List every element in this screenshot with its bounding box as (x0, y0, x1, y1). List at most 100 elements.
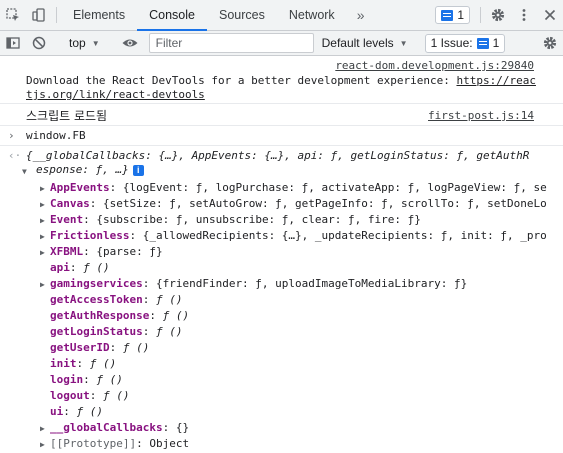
messages-badge[interactable]: 1 (435, 6, 470, 24)
object-property-row[interactable]: ui: ƒ () (40, 404, 103, 420)
colon-separator: : (89, 389, 103, 402)
colon-separator: : (142, 277, 156, 290)
property-key: __globalCallbacks (50, 421, 163, 434)
context-selector[interactable]: top ▼ (61, 36, 108, 50)
property-value: Object (149, 437, 190, 450)
source-link[interactable]: react-dom.development.js:29840 (335, 59, 534, 72)
property-value: {parse: ƒ} (96, 245, 163, 258)
message-text-continued: tjs.org/link/react-devtools (26, 88, 205, 101)
message-text: 스크립트 로드됨 (26, 109, 108, 123)
property-value: ƒ () (83, 261, 110, 274)
clear-console-icon[interactable] (26, 31, 52, 56)
tab-label: Network (288, 8, 335, 22)
colon-separator: : (89, 197, 103, 210)
filter-input[interactable]: Filter (148, 33, 314, 53)
tab-network[interactable]: Network (277, 0, 347, 30)
colon-separator: : (109, 341, 123, 354)
summary-text: esponse: ƒ, …} (36, 163, 129, 176)
colon-separator: : (76, 357, 90, 370)
object-property-row[interactable]: logout: ƒ () (40, 388, 130, 404)
object-property-row[interactable]: ▶ [[Prototype]]: Object (40, 436, 189, 452)
colon-separator: : (109, 181, 123, 194)
property-value: ƒ () (155, 293, 183, 306)
settings-gear-icon[interactable] (485, 0, 511, 30)
property-key: logout (50, 389, 90, 402)
colon-separator: : (162, 421, 176, 434)
object-property-row[interactable]: ▶ __globalCallbacks: {} (40, 420, 189, 436)
tab-label: Sources (218, 8, 265, 22)
expand-triangle-right-icon[interactable]: ▶ (40, 245, 50, 261)
property-value: {} (175, 421, 190, 434)
inspect-element-icon[interactable] (0, 0, 26, 30)
expand-triangle-down-icon[interactable]: ▼ (22, 164, 32, 180)
property-key: login (50, 373, 84, 386)
object-property-row[interactable]: ▶ gamingservices: {friendFinder: ƒ, uploa… (40, 276, 467, 292)
property-key: getAccessToken (50, 293, 143, 306)
console-settings-gear-icon[interactable] (537, 31, 563, 56)
object-property-row[interactable]: getLoginStatus: ƒ () (40, 324, 182, 340)
expand-triangle-right-icon[interactable]: ▶ (40, 229, 50, 245)
devtools-url-link[interactable]: https://reac (456, 74, 535, 87)
property-key: Event (50, 213, 84, 226)
object-property-row[interactable]: ▶ Frictionless: {_allowedRecipients: {…},… (40, 228, 547, 244)
tab-elements[interactable]: Elements (61, 0, 137, 30)
property-key: XFBML (50, 245, 84, 258)
filter-placeholder: Filter (155, 36, 183, 50)
colon-separator: : (149, 309, 163, 322)
log-levels-dropdown[interactable]: Default levels ▼ (322, 36, 408, 50)
property-key: getUserID (50, 341, 110, 354)
property-value: {logEvent: ƒ, logPurchase: ƒ, activateAp… (122, 181, 547, 194)
object-property-row[interactable]: ▶ XFBML: {parse: ƒ} (40, 244, 163, 260)
input-prompt-icon: › (8, 129, 15, 142)
tab-console[interactable]: Console (137, 0, 207, 31)
info-icon[interactable]: i (132, 165, 144, 176)
property-value: {subscribe: ƒ, unsubscribe: ƒ, clear: ƒ,… (96, 213, 421, 226)
colon-separator: : (69, 261, 84, 274)
message-icon (441, 9, 454, 21)
more-options-kebab-icon[interactable] (511, 0, 537, 30)
expand-triangle-right-icon[interactable]: ▶ (40, 197, 50, 213)
object-property-row[interactable]: getAccessToken: ƒ () (40, 292, 182, 308)
property-key: AppEvents (50, 181, 110, 194)
expand-triangle-right-icon[interactable]: ▶ (40, 421, 50, 437)
message-body: Download the React DevTools for a better… (26, 74, 457, 87)
device-toolbar-icon[interactable] (26, 0, 52, 30)
summary-text: {__globalCallbacks: {…}, AppEvents: {…},… (26, 149, 530, 162)
object-property-row[interactable]: ▶ AppEvents: {logEvent: ƒ, logPurchase: ƒ… (40, 180, 547, 196)
property-key: getAuthResponse (50, 309, 150, 322)
tab-sources[interactable]: Sources (207, 0, 277, 30)
devtools-url-link-continued[interactable]: tjs.org/link/react-devtools (26, 88, 205, 101)
expand-triangle-right-icon[interactable]: ▶ (40, 181, 50, 197)
expand-triangle-right-icon[interactable]: ▶ (40, 277, 50, 293)
property-value: {_allowedRecipients: {…}, _updateRecipie… (142, 229, 547, 242)
object-property-row[interactable]: ▶ Canvas: {setSize: ƒ, setAutoGrow: ƒ, ge… (40, 196, 547, 212)
divider (56, 7, 57, 23)
property-value: ƒ () (155, 325, 183, 338)
object-property-row[interactable]: getAuthResponse: ƒ () (40, 308, 189, 324)
property-value: ƒ () (89, 357, 117, 370)
property-value: ƒ () (122, 341, 150, 354)
console-toolbar: top ▼ Filter Default levels ▼ 1 Issue: 1 (0, 31, 563, 56)
expand-triangle-right-icon[interactable]: ▶ (40, 437, 50, 453)
colon-separator: : (142, 293, 156, 306)
result-return-icon: ‹· (8, 149, 22, 162)
toggle-sidebar-icon[interactable] (0, 31, 26, 56)
property-key: Frictionless (50, 229, 130, 242)
console-result-entry: ‹· {__globalCallbacks: {…}, AppEvents: {… (0, 146, 563, 453)
object-property-row[interactable]: ▶ Event: {subscribe: ƒ, unsubscribe: ƒ, c… (40, 212, 421, 228)
expand-triangle-right-icon[interactable]: ▶ (40, 213, 50, 229)
issues-button[interactable]: 1 Issue: 1 (424, 33, 506, 53)
object-summary-continued[interactable]: ▼ esponse: ƒ, …} i (22, 162, 144, 178)
source-link[interactable]: first-post.js:14 (428, 109, 534, 122)
more-tabs-button[interactable]: » (347, 0, 375, 30)
live-expression-eye-icon[interactable] (117, 31, 143, 56)
object-property-row[interactable]: init: ƒ () (40, 356, 116, 372)
object-property-row[interactable]: getUserID: ƒ () (40, 340, 149, 356)
close-icon[interactable] (537, 0, 563, 30)
messages-count: 1 (457, 8, 464, 22)
object-property-row[interactable]: login: ƒ () (40, 372, 123, 388)
object-property-row[interactable]: api: ƒ () (40, 260, 110, 276)
property-value: ƒ () (96, 373, 123, 386)
property-value: {setSize: ƒ, setAutoGrow: ƒ, getPageInfo… (103, 197, 547, 210)
colon-separator: : (136, 437, 150, 450)
